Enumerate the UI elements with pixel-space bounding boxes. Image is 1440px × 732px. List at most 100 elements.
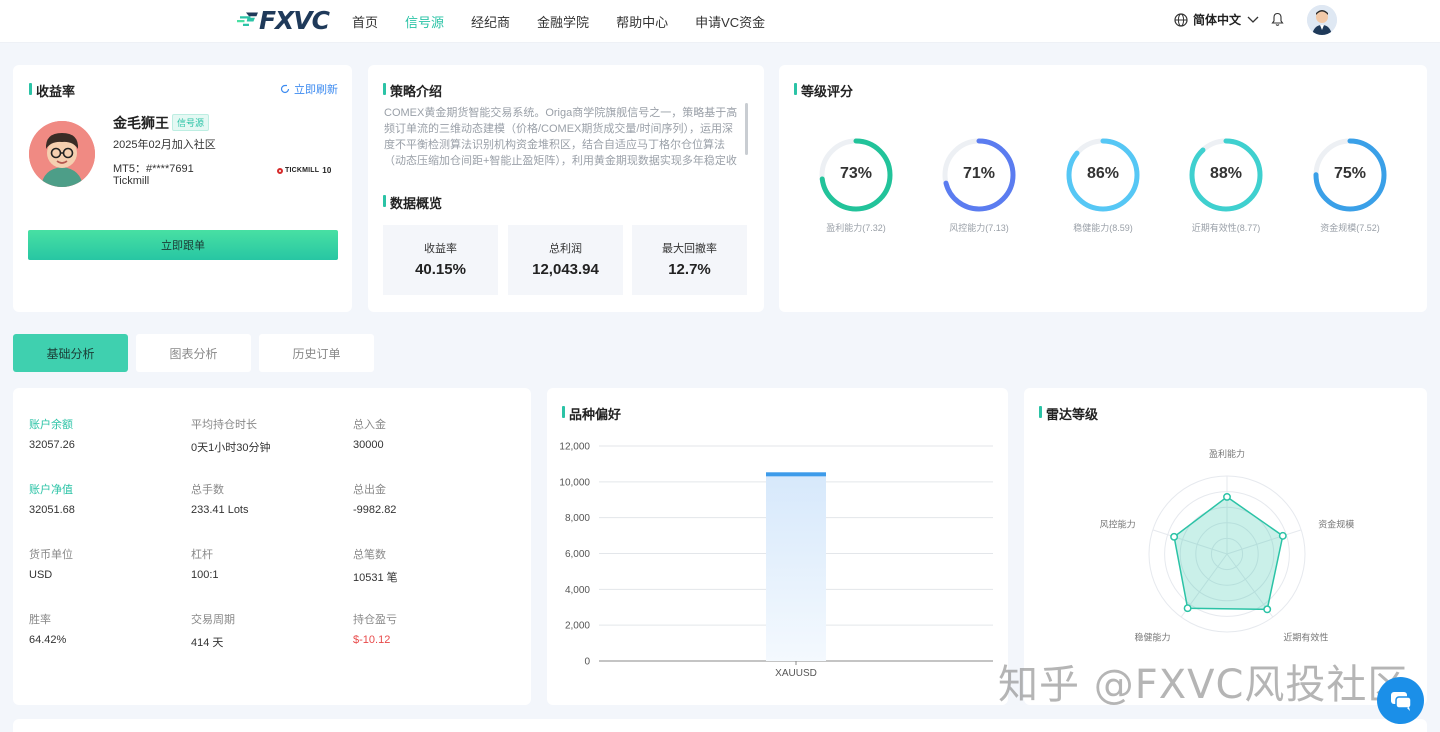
metric-value: 30000 bbox=[353, 439, 384, 451]
y-tick-label: 2,000 bbox=[565, 621, 590, 632]
user-avatar[interactable] bbox=[1307, 5, 1337, 35]
metric-label: 总手数 bbox=[191, 484, 224, 496]
nav-help[interactable]: 帮助中心 bbox=[616, 12, 668, 31]
trader-avatar bbox=[29, 121, 95, 187]
refresh-icon bbox=[280, 84, 290, 94]
stat-value: 40.15% bbox=[415, 261, 466, 278]
metric-value: 233.41 Lots bbox=[191, 504, 249, 516]
stat-label: 最大回撤率 bbox=[662, 243, 717, 255]
gauge-value: 86% bbox=[1086, 165, 1120, 182]
variety-bar-chart: 0 2,000 4,000 6,000 8,000 10,000 12,000 XAUUSD bbox=[559, 442, 993, 679]
rating-title: 等级评分 bbox=[794, 81, 853, 100]
nav-home[interactable]: 首页 bbox=[352, 12, 378, 31]
metrics-card: 账户余额 32057.26 平均持仓时长 0天1小时30分钟 总入金 30000 账户净值 3… bbox=[13, 388, 531, 705]
metric-value: 0天1小时30分钟 bbox=[191, 442, 271, 454]
tickmill-logo: TICKMILL 10 bbox=[277, 166, 332, 175]
mt5-account: MT5：#****7691 bbox=[113, 163, 194, 175]
stat-total-profit: 总利润 12,043.94 bbox=[508, 225, 623, 295]
gauge-label: 资金规模(7.52) bbox=[1320, 223, 1380, 233]
radar-point[interactable] bbox=[1278, 531, 1287, 540]
signal-source-badge: 信号源 bbox=[172, 114, 210, 131]
stat-label: 收益率 bbox=[424, 243, 457, 255]
strategy-title: 策略介绍 bbox=[383, 81, 442, 100]
nav-apply-fund[interactable]: 申请VC资金 bbox=[695, 12, 765, 31]
stat-return-rate: 收益率 40.15% bbox=[383, 225, 498, 295]
refresh-button[interactable]: 立即刷新 bbox=[280, 81, 338, 97]
x-tick-label: XAUUSD bbox=[775, 668, 817, 679]
description-scrollbar[interactable] bbox=[745, 103, 748, 155]
radar-axis-label: 风控能力 bbox=[1100, 518, 1136, 529]
radar-point[interactable] bbox=[1183, 604, 1192, 613]
tickmill-logo-badge: 10 bbox=[322, 166, 332, 175]
chat-button[interactable] bbox=[1377, 677, 1424, 724]
top-header: FXVC 首页 信号源 经纪商 金融学院 帮助中心 申请VC资金 简体中文 bbox=[0, 0, 1440, 43]
metric-label: 总入金 bbox=[353, 419, 386, 431]
bell-icon[interactable] bbox=[1271, 12, 1284, 27]
language-selector[interactable]: 简体中文 bbox=[1174, 11, 1264, 28]
tab-basic-analysis[interactable]: 基础分析 bbox=[13, 334, 128, 372]
metric-label: 总出金 bbox=[353, 484, 386, 496]
follow-button[interactable]: 立即跟单 bbox=[28, 230, 338, 260]
stat-label: 总利润 bbox=[549, 243, 582, 255]
metric-value: $-10.12 bbox=[353, 634, 391, 646]
trader-name: 金毛狮王 bbox=[113, 115, 169, 131]
gauge-value: 75% bbox=[1333, 165, 1367, 182]
strategy-card: 策略介绍 COMEX黄金期货智能交易系统。Origa商学院旗舰信号之一，策略基于… bbox=[368, 65, 764, 312]
metric-label: 胜率 bbox=[29, 614, 51, 626]
radar-axis-label: 盈利能力 bbox=[1209, 448, 1245, 459]
strategy-description: COMEX黄金期货智能交易系统。Origa商学院旗舰信号之一，策略基于高频订单流… bbox=[384, 107, 738, 167]
y-tick-label: 6,000 bbox=[565, 549, 590, 560]
tab-chart-analysis[interactable]: 图表分析 bbox=[136, 334, 251, 372]
gauge-label: 风控能力(7.13) bbox=[949, 223, 1009, 233]
radar-axis-label: 资金规模 bbox=[1318, 518, 1354, 529]
overview-title: 数据概览 bbox=[383, 193, 442, 212]
bar-top-edge bbox=[766, 472, 826, 477]
metric-label: 杠杆 bbox=[191, 549, 213, 561]
gauge-value: 71% bbox=[962, 165, 996, 182]
gauge-value: 88% bbox=[1209, 165, 1243, 182]
metric-value: USD bbox=[29, 569, 53, 581]
metric-label: 账户余额 bbox=[29, 419, 73, 431]
y-tick-label: 12,000 bbox=[559, 442, 590, 453]
tickmill-logo-text: TICKMILL bbox=[285, 167, 320, 174]
gauge-label: 稳健能力(8.59) bbox=[1073, 223, 1133, 233]
metric-label: 交易周期 bbox=[191, 614, 235, 626]
variety-preference-card: 品种偏好 0 2,000 4,000 6,000 8,000 10,000 12,000 XA… bbox=[547, 388, 1008, 705]
metric-value: 10531 笔 bbox=[353, 572, 398, 584]
radar-axis-label: 稳健能力 bbox=[1135, 632, 1171, 643]
bar[interactable] bbox=[766, 472, 826, 661]
nav-signal-source[interactable]: 信号源 bbox=[405, 12, 444, 31]
bottom-card bbox=[13, 719, 1427, 732]
metric-value: 64.42% bbox=[29, 634, 67, 646]
y-tick-label: 0 bbox=[584, 657, 590, 668]
metric-label: 总笔数 bbox=[353, 549, 386, 561]
broker-name: Tickmill bbox=[113, 175, 150, 187]
language-label: 简体中文 bbox=[1193, 13, 1242, 27]
metric-label: 账户净值 bbox=[29, 484, 73, 496]
radar-point[interactable] bbox=[1263, 605, 1272, 614]
tickmill-logo-icon bbox=[277, 167, 283, 174]
metric-label: 货币单位 bbox=[29, 549, 73, 561]
tab-order-history[interactable]: 历史订单 bbox=[259, 334, 374, 372]
logo-text: FXVC bbox=[258, 5, 330, 35]
y-tick-label: 10,000 bbox=[559, 477, 590, 488]
stat-value: 12,043.94 bbox=[532, 261, 599, 278]
fxvc-logo[interactable]: FXVC bbox=[237, 5, 330, 35]
y-tick-label: 8,000 bbox=[565, 513, 590, 524]
nav-broker[interactable]: 经纪商 bbox=[471, 12, 510, 31]
chat-icon bbox=[1390, 691, 1412, 711]
chevron-down-icon bbox=[1247, 16, 1259, 23]
gauge-label: 近期有效性(8.77) bbox=[1191, 223, 1261, 233]
nav-academy[interactable]: 金融学院 bbox=[537, 12, 589, 31]
metric-value: 32051.68 bbox=[29, 504, 75, 516]
trader-avatar-icon bbox=[29, 121, 95, 187]
watermark: 知乎 @FXVC风投社区 bbox=[998, 662, 1409, 708]
stat-value: 12.7% bbox=[668, 261, 711, 278]
gauge-label: 盈利能力(7.32) bbox=[826, 223, 886, 233]
profile-card-title: 收益率 bbox=[29, 81, 75, 100]
radar-point[interactable] bbox=[1170, 532, 1179, 541]
metric-label: 平均持仓时长 bbox=[191, 419, 257, 431]
radar-point[interactable] bbox=[1223, 492, 1231, 501]
y-tick-label: 4,000 bbox=[565, 585, 590, 596]
metric-value: 100:1 bbox=[191, 569, 219, 581]
